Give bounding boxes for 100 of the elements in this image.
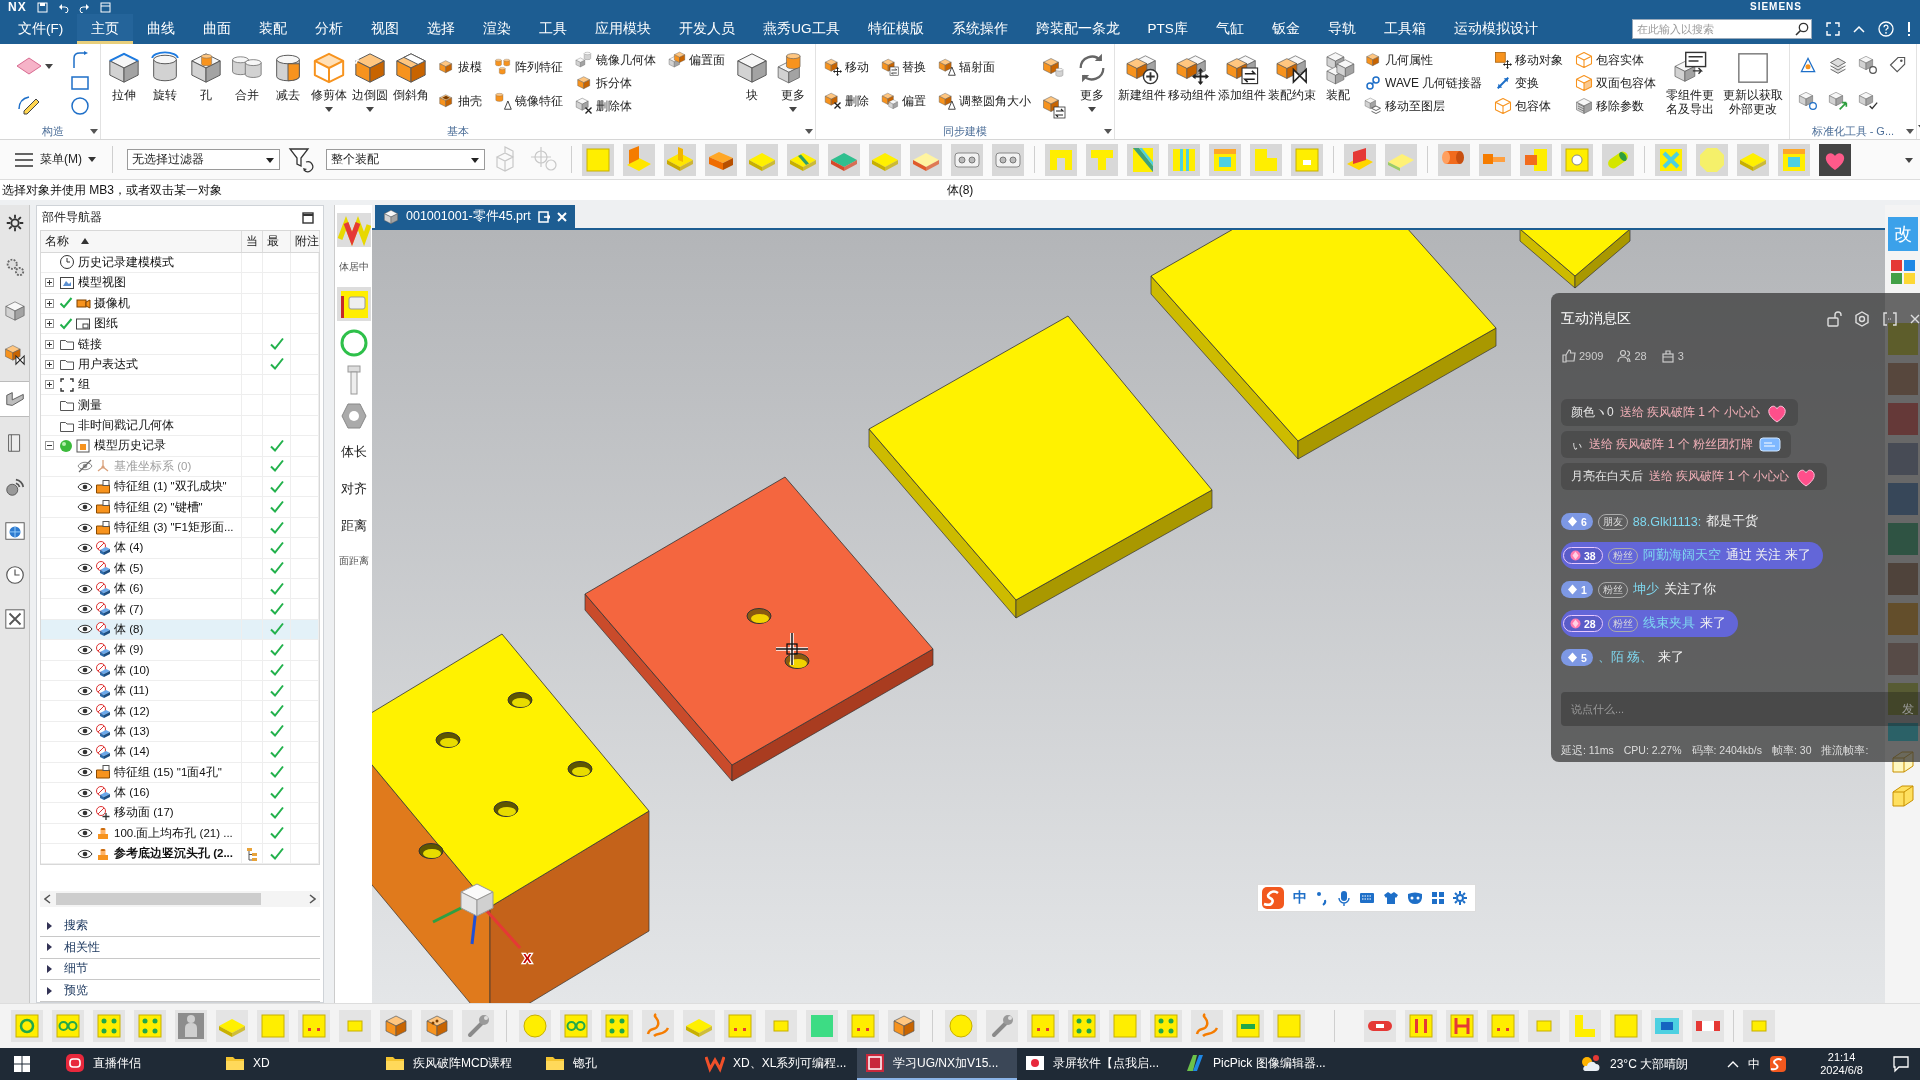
ribbon-button[interactable]: 减去 [267, 47, 308, 102]
striped-bar-icon[interactable] [1692, 1010, 1724, 1042]
eye-icon[interactable] [77, 806, 93, 820]
tree-row[interactable]: 历史记录建模模式 [41, 252, 319, 274]
tree-row[interactable]: 体 (4) [41, 538, 319, 559]
step-block-icon[interactable] [705, 143, 737, 176]
ribbon-button[interactable]: 双面包容体 [1574, 73, 1658, 93]
plus-box-icon[interactable] [45, 359, 54, 369]
taskbar-app[interactable]: 学习UG/NX加V15... [857, 1048, 1017, 1080]
ribbon-button[interactable]: 移除参数 [1574, 96, 1658, 116]
section-header[interactable]: 预览 [40, 980, 320, 1002]
ribbon-button[interactable]: 边倒圆 [349, 47, 390, 113]
ribbon-button[interactable]: 移动 [823, 57, 870, 77]
ribbon-button[interactable]: 装配 [1317, 47, 1358, 102]
tree-row[interactable]: 特征组 (15) "1面4孔" [41, 762, 319, 783]
tree-row[interactable]: 测量 [41, 395, 319, 416]
tool-button[interactable]: 面距离 [338, 548, 369, 574]
scope-dropdown[interactable]: 整个装配 [326, 149, 485, 170]
shirt-icon[interactable] [1383, 891, 1399, 905]
caret-icon[interactable] [44, 62, 54, 70]
tree-row[interactable]: 链接 [41, 334, 319, 355]
dotted-plate-icon[interactable] [1068, 1010, 1100, 1042]
punctuation-icon[interactable] [1315, 890, 1329, 906]
cloud-sun-icon[interactable] [1579, 1054, 1601, 1074]
checkmark-icon[interactable] [59, 316, 73, 331]
caret-icon[interactable] [90, 128, 98, 135]
tree-row[interactable]: 体 (14) [41, 742, 319, 763]
ribbon-tab[interactable]: 分析 [301, 14, 358, 44]
wedge-icon[interactable] [1344, 143, 1376, 176]
cube-gear-icon[interactable] [1797, 91, 1818, 111]
ribbon-tab[interactable]: 系统操作 [937, 14, 1022, 44]
close-icon[interactable] [1910, 313, 1920, 325]
swoosh-logo-icon[interactable] [1769, 1055, 1788, 1073]
keyboard-icon[interactable] [1359, 891, 1375, 905]
tree-row[interactable]: 体 (12) [41, 701, 319, 722]
ribbon-button[interactable]: 删除 [823, 91, 870, 111]
column-header[interactable]: 当 [242, 230, 263, 252]
tree-row[interactable]: 体 (7) [41, 599, 319, 620]
ribbon-button[interactable]: 拆分体 [574, 73, 657, 93]
ribbon-tab[interactable]: 曲线 [133, 14, 190, 44]
two-rings-icon[interactable] [560, 1010, 592, 1042]
ribbon-button[interactable]: 镜像几何体 [574, 50, 657, 70]
tree-row[interactable]: 体 (10) [41, 660, 319, 681]
ribbon-button[interactable]: 新建组件 [1117, 47, 1167, 102]
cylinder-icon[interactable] [1602, 143, 1634, 176]
double-hole-icon[interactable] [992, 143, 1024, 176]
ribbon-tab[interactable]: 工具箱 [1369, 14, 1440, 44]
tree-row[interactable]: 用户表达式 [41, 354, 319, 376]
ribbon-button[interactable]: 镜像特征 [493, 91, 564, 111]
search-icon[interactable] [1795, 22, 1809, 36]
taskbar-app[interactable]: PicPick 图像编辑器... [1177, 1048, 1337, 1080]
ribbon-tab[interactable]: 选择 [413, 14, 470, 44]
ribbon-button[interactable]: 更多 [1071, 47, 1112, 113]
ribbon-button[interactable]: 删除体 [574, 96, 657, 116]
ribbon-tab[interactable]: 钣金 [1257, 14, 1314, 44]
ribbon-tab[interactable]: 应用模块 [581, 14, 666, 44]
tool-button[interactable]: 对齐 [340, 474, 367, 504]
dotted-plate-icon[interactable] [1150, 1010, 1182, 1042]
tree-row[interactable]: 体 (11) [41, 680, 319, 702]
grid-marks-icon[interactable] [1446, 1010, 1478, 1042]
tree-row[interactable]: 体 (8) [41, 619, 319, 641]
taskbar-app[interactable]: 录屏软件【点我启... [1017, 1048, 1177, 1080]
menu-button[interactable]: 菜单(M) [12, 151, 98, 168]
search-field[interactable]: 在此输入以搜索 [1632, 19, 1812, 39]
ribbon-button[interactable]: 调整圆角大小 [937, 91, 1032, 111]
ribbon-button[interactable]: WAVE 几何链接器 [1363, 73, 1484, 93]
rib-plate-icon[interactable] [664, 143, 696, 176]
wrench-icon[interactable] [462, 1010, 494, 1042]
ring-plate-icon[interactable] [11, 1010, 43, 1042]
arrow-left-icon[interactable] [44, 894, 52, 905]
ribbon-button[interactable]: 辐射面 [937, 57, 1032, 77]
ribbon-button[interactable]: 更新以获取外部更改 [1718, 47, 1787, 116]
dotted-plate-icon[interactable] [93, 1010, 125, 1042]
ribbon-tab[interactable]: 文件(F) [4, 14, 78, 44]
ribbon-button[interactable]: 拔模 [436, 57, 483, 77]
plate-icon[interactable] [336, 287, 371, 321]
ribbon-tab[interactable]: 工具 [525, 14, 582, 44]
horizontal-scrollbar[interactable] [40, 891, 320, 908]
tool-button[interactable]: 体居中 [338, 254, 369, 280]
hex-nut-icon[interactable] [339, 402, 368, 430]
ribbon-button[interactable]: 修剪体 [308, 47, 349, 113]
ribbon-button[interactable]: 偏置 [880, 91, 927, 111]
circle-icon[interactable] [70, 96, 90, 116]
ribbon-button[interactable]: 偏置面 [667, 50, 726, 70]
ribbon-button[interactable]: 更多 [772, 47, 813, 113]
plate-icon[interactable] [910, 143, 942, 176]
column-header[interactable]: 最 [263, 230, 291, 252]
caret-icon[interactable] [1104, 128, 1112, 135]
plus-box-icon[interactable] [45, 380, 54, 390]
exclamation-icon[interactable] [1906, 21, 1912, 37]
striped-plate-icon[interactable] [787, 143, 819, 176]
ring-icon[interactable] [338, 328, 369, 358]
double-hole-icon[interactable] [951, 143, 983, 176]
ribbon-tab[interactable]: 导轨 [1313, 14, 1370, 44]
tree-row[interactable]: 特征组 (1) "双孔成块" [41, 477, 319, 498]
wrench-icon[interactable] [986, 1010, 1018, 1042]
capsule-icon[interactable] [1364, 1010, 1396, 1042]
chat-bubble-icon[interactable] [1892, 1055, 1910, 1073]
tool-button[interactable]: 体长 [340, 437, 367, 467]
ribbon-button[interactable]: 包容体 [1493, 96, 1565, 116]
